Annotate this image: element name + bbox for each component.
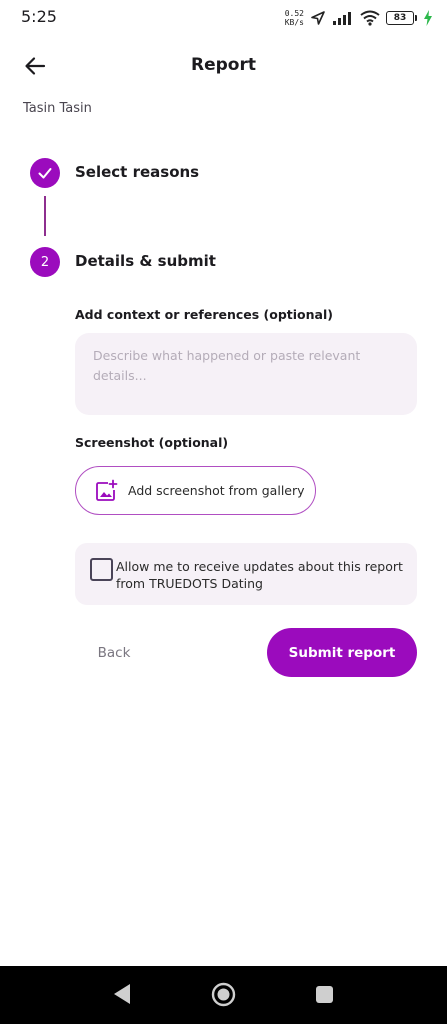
battery-icon: 83 (386, 11, 417, 25)
network-speed-value: 0.52 (284, 9, 304, 18)
updates-checkbox[interactable] (90, 558, 113, 581)
step-2-label: Details & submit (75, 252, 216, 270)
step-2-indicator: 2 (30, 247, 60, 277)
status-bar: 5:25 0.52 KB/s 83 (0, 0, 447, 34)
charging-icon (424, 10, 432, 26)
context-label: Add context or references (optional) (75, 307, 333, 322)
status-icons: 0.52 KB/s 83 (285, 7, 433, 29)
nav-recents-icon[interactable] (316, 986, 333, 1003)
add-screenshot-button-label: Add screenshot from gallery (128, 483, 305, 498)
add-photo-icon (96, 479, 118, 501)
step-1-label: Select reasons (75, 163, 200, 181)
add-screenshot-button[interactable]: Add screenshot from gallery (75, 466, 316, 515)
submit-report-button[interactable]: Submit report (267, 628, 417, 677)
reported-user-name: Tasin Tasin (23, 101, 92, 116)
system-navigation-bar (0, 966, 447, 1024)
signal-icon (333, 12, 351, 25)
location-arrow-icon (311, 11, 325, 25)
nav-home-icon[interactable] (211, 982, 236, 1007)
context-textarea[interactable] (75, 333, 417, 415)
wifi-icon (360, 10, 380, 26)
status-time: 5:25 (21, 7, 57, 26)
step-connector (44, 196, 46, 236)
step-2-number: 2 (40, 254, 50, 270)
page-title: Report (191, 55, 256, 75)
back-button[interactable]: Back (83, 635, 145, 671)
updates-consent-text: Allow me to receive updates about this r… (116, 559, 403, 591)
step-1-indicator (30, 158, 60, 188)
updates-consent-card: Allow me to receive updates about this r… (75, 543, 417, 605)
network-speed-unit: KB/s (284, 18, 304, 27)
nav-back-icon[interactable] (112, 983, 132, 1005)
screenshot-label: Screenshot (optional) (75, 435, 229, 450)
battery-level: 83 (386, 11, 414, 25)
network-speed: 0.52 KB/s (285, 9, 304, 27)
check-icon (38, 168, 52, 179)
